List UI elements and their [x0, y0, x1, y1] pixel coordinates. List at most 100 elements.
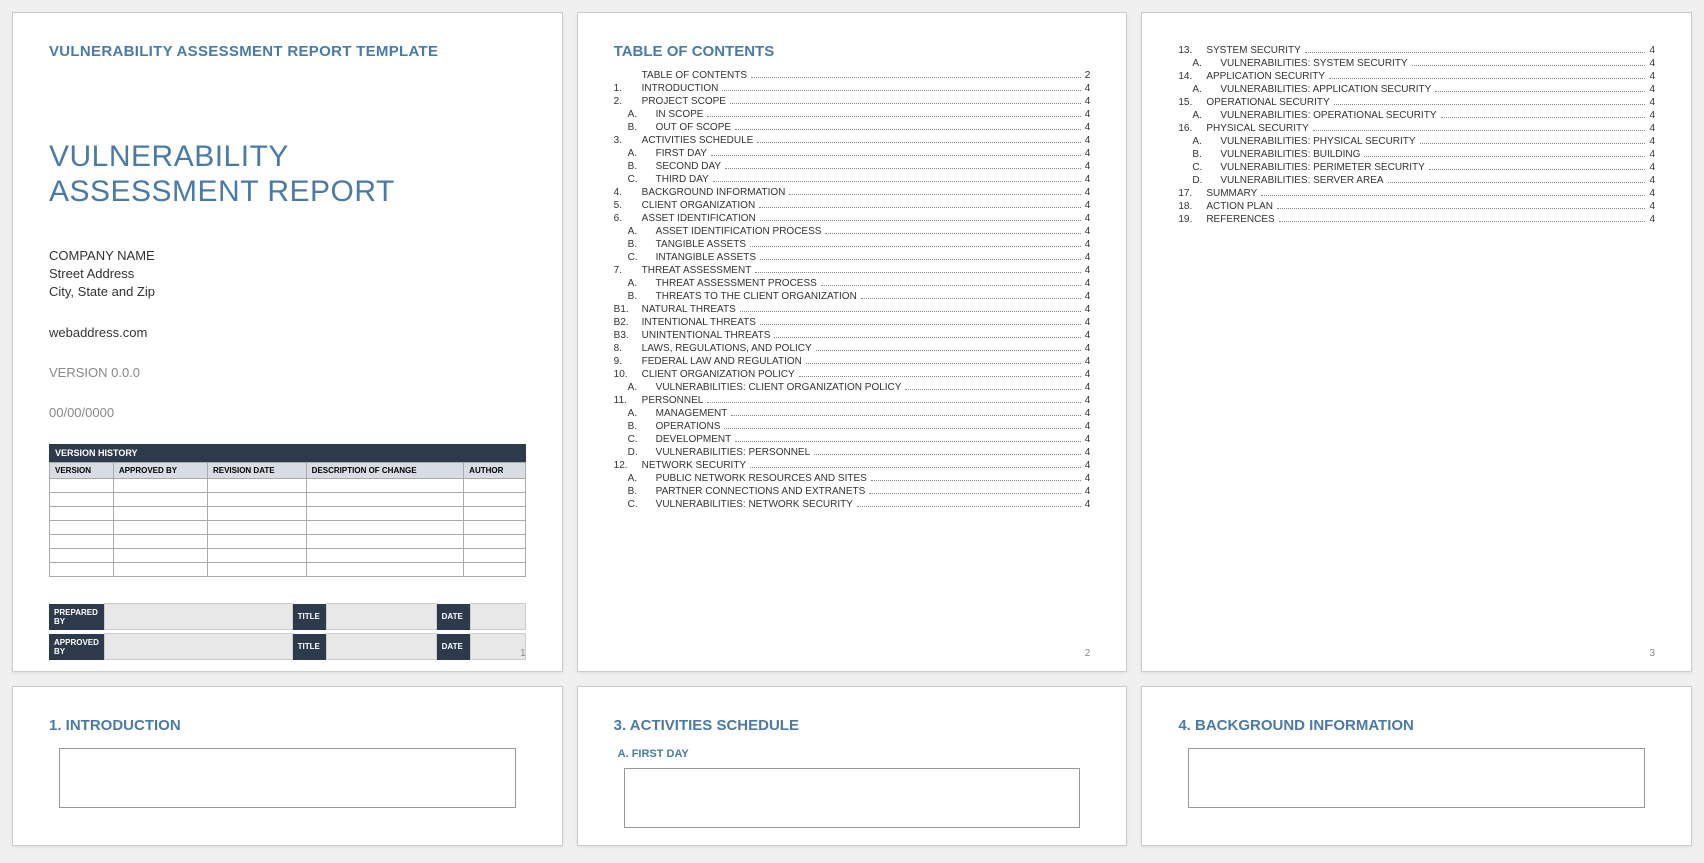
approved-by-label: APPROVED BY	[49, 634, 104, 660]
toc-entry: 7.THREAT ASSESSMENT4	[614, 265, 1091, 276]
toc-page: 4	[1085, 265, 1091, 276]
toc-label: APPLICATION SECURITY	[1206, 71, 1325, 82]
toc-entry: B.SECOND DAY4	[614, 161, 1091, 172]
toc-label: VULNERABILITIES: BUILDING	[1220, 149, 1360, 160]
toc-page: 4	[1649, 175, 1655, 186]
toc-leader	[751, 70, 1081, 78]
firstday-content-box	[624, 768, 1081, 828]
toc-entry: 6.ASSET IDENTIFICATION4	[614, 213, 1091, 224]
toc-label: IN SCOPE	[656, 109, 704, 120]
toc-leader	[750, 239, 1081, 247]
toc-entry: 18.ACTION PLAN4	[1178, 201, 1655, 212]
toc-page: 4	[1085, 226, 1091, 237]
toc-leader	[1435, 84, 1645, 92]
toc-label: CLIENT ORGANIZATION POLICY	[642, 369, 795, 380]
toc-label: VULNERABILITIES: SYSTEM SECURITY	[1220, 58, 1407, 69]
toc-entry: C.THIRD DAY4	[614, 174, 1091, 185]
toc-label: ASSET IDENTIFICATION PROCESS	[656, 226, 822, 237]
toc-entry: B.PARTNER CONNECTIONS AND EXTRANETS4	[614, 486, 1091, 497]
toc-leader	[861, 291, 1081, 299]
toc-label: LAWS, REGULATIONS, AND POLICY	[642, 343, 812, 354]
toc-page: 4	[1085, 421, 1091, 432]
toc-leader	[757, 135, 1080, 143]
toc-number: 12.	[614, 460, 632, 471]
toc-number: C.	[628, 252, 646, 263]
toc-entry: B3.UNINTENTIONAL THREATS4	[614, 330, 1091, 341]
toc-page: 4	[1085, 200, 1091, 211]
toc-page: 4	[1085, 382, 1091, 393]
toc-leader	[724, 421, 1080, 429]
toc-page: 4	[1649, 214, 1655, 225]
toc-leader	[735, 122, 1081, 130]
toc-page: 4	[1085, 83, 1091, 94]
toc-leader	[1277, 201, 1645, 209]
prepared-by-row: PREPARED BY TITLE DATE	[49, 603, 526, 630]
toc-leader	[1305, 45, 1646, 53]
toc-leader	[707, 395, 1080, 403]
approved-by-value	[104, 634, 292, 660]
toc-number: 17.	[1178, 188, 1196, 199]
toc-number: A.	[1192, 110, 1210, 121]
toc-entry: 13.SYSTEM SECURITY4	[1178, 45, 1655, 56]
toc-entry: A.VULNERABILITIES: APPLICATION SECURITY4	[1178, 84, 1655, 95]
toc-label: NATURAL THREATS	[642, 304, 736, 315]
toc-label: UNINTENTIONAL THREATS	[642, 330, 771, 341]
toc-page: 4	[1649, 97, 1655, 108]
title-value-2	[326, 634, 436, 660]
toc-leader	[1329, 71, 1645, 79]
toc-number: 19.	[1178, 214, 1196, 225]
toc-page: 4	[1649, 149, 1655, 160]
vh-col: AUTHOR	[464, 463, 525, 479]
vh-row	[50, 507, 526, 521]
toc-number: B.	[628, 486, 646, 497]
toc-entry: 3.ACTIVITIES SCHEDULE4	[614, 135, 1091, 146]
toc-entry: 10.CLIENT ORGANIZATION POLICY4	[614, 369, 1091, 380]
toc-label: TANGIBLE ASSETS	[656, 239, 746, 250]
toc-leader	[821, 278, 1081, 286]
toc-label: DEVELOPMENT	[656, 434, 732, 445]
toc-label: ACTIVITIES SCHEDULE	[642, 135, 754, 146]
toc-title: TABLE OF CONTENTS	[614, 43, 1091, 60]
page-number: 3	[1649, 648, 1655, 659]
toc-page: 4	[1649, 201, 1655, 212]
toc-label: INTENTIONAL THREATS	[642, 317, 756, 328]
toc-list-page3: 13.SYSTEM SECURITY4 A. VULNERABILITIES: SY…	[1178, 45, 1655, 225]
toc-label: VULNERABILITIES: PHYSICAL SECURITY	[1220, 136, 1415, 147]
page-2-toc: TABLE OF CONTENTS TABLE OF CONTENTS21.IN…	[577, 12, 1128, 672]
toc-entry: 17.SUMMARY4	[1178, 188, 1655, 199]
section-introduction-heading: 1. INTRODUCTION	[49, 717, 526, 734]
toc-page: 4	[1085, 369, 1091, 380]
toc-leader	[869, 486, 1080, 494]
toc-number: A.	[1192, 58, 1210, 69]
toc-number: B.	[628, 239, 646, 250]
toc-label: PUBLIC NETWORK RESOURCES AND SITES	[656, 473, 867, 484]
toc-number: A.	[628, 278, 646, 289]
toc-number: B.	[628, 161, 646, 172]
toc-leader	[750, 460, 1081, 468]
toc-entry: 12.NETWORK SECURITY4	[614, 460, 1091, 471]
toc-number: C.	[628, 499, 646, 510]
toc-leader	[806, 356, 1081, 364]
toc-number: 14.	[1178, 71, 1196, 82]
toc-label: VULNERABILITIES: CLIENT ORGANIZATION POL…	[656, 382, 902, 393]
toc-entry: 15.OPERATIONAL SECURITY4	[1178, 97, 1655, 108]
toc-number: B.	[628, 291, 646, 302]
toc-label: ASSET IDENTIFICATION	[642, 213, 756, 224]
toc-entry: A.ASSET IDENTIFICATION PROCESS4	[614, 226, 1091, 237]
toc-leader	[1429, 162, 1646, 170]
toc-number: A.	[628, 473, 646, 484]
toc-page: 4	[1649, 84, 1655, 95]
toc-page: 4	[1649, 45, 1655, 56]
toc-number: 11.	[614, 395, 632, 406]
toc-leader	[755, 265, 1080, 273]
toc-label: THREATS TO THE CLIENT ORGANIZATION	[656, 291, 857, 302]
toc-entry: 19.REFERENCES4	[1178, 214, 1655, 225]
toc-leader	[722, 83, 1080, 91]
toc-page: 4	[1085, 122, 1091, 133]
company-name: COMPANY NAME	[49, 247, 526, 265]
toc-page: 4	[1085, 304, 1091, 315]
version: VERSION 0.0.0	[49, 364, 526, 382]
toc-label: OUT OF SCOPE	[656, 122, 731, 133]
vh-col: APPROVED BY	[113, 463, 207, 479]
toc-page: 4	[1085, 161, 1091, 172]
